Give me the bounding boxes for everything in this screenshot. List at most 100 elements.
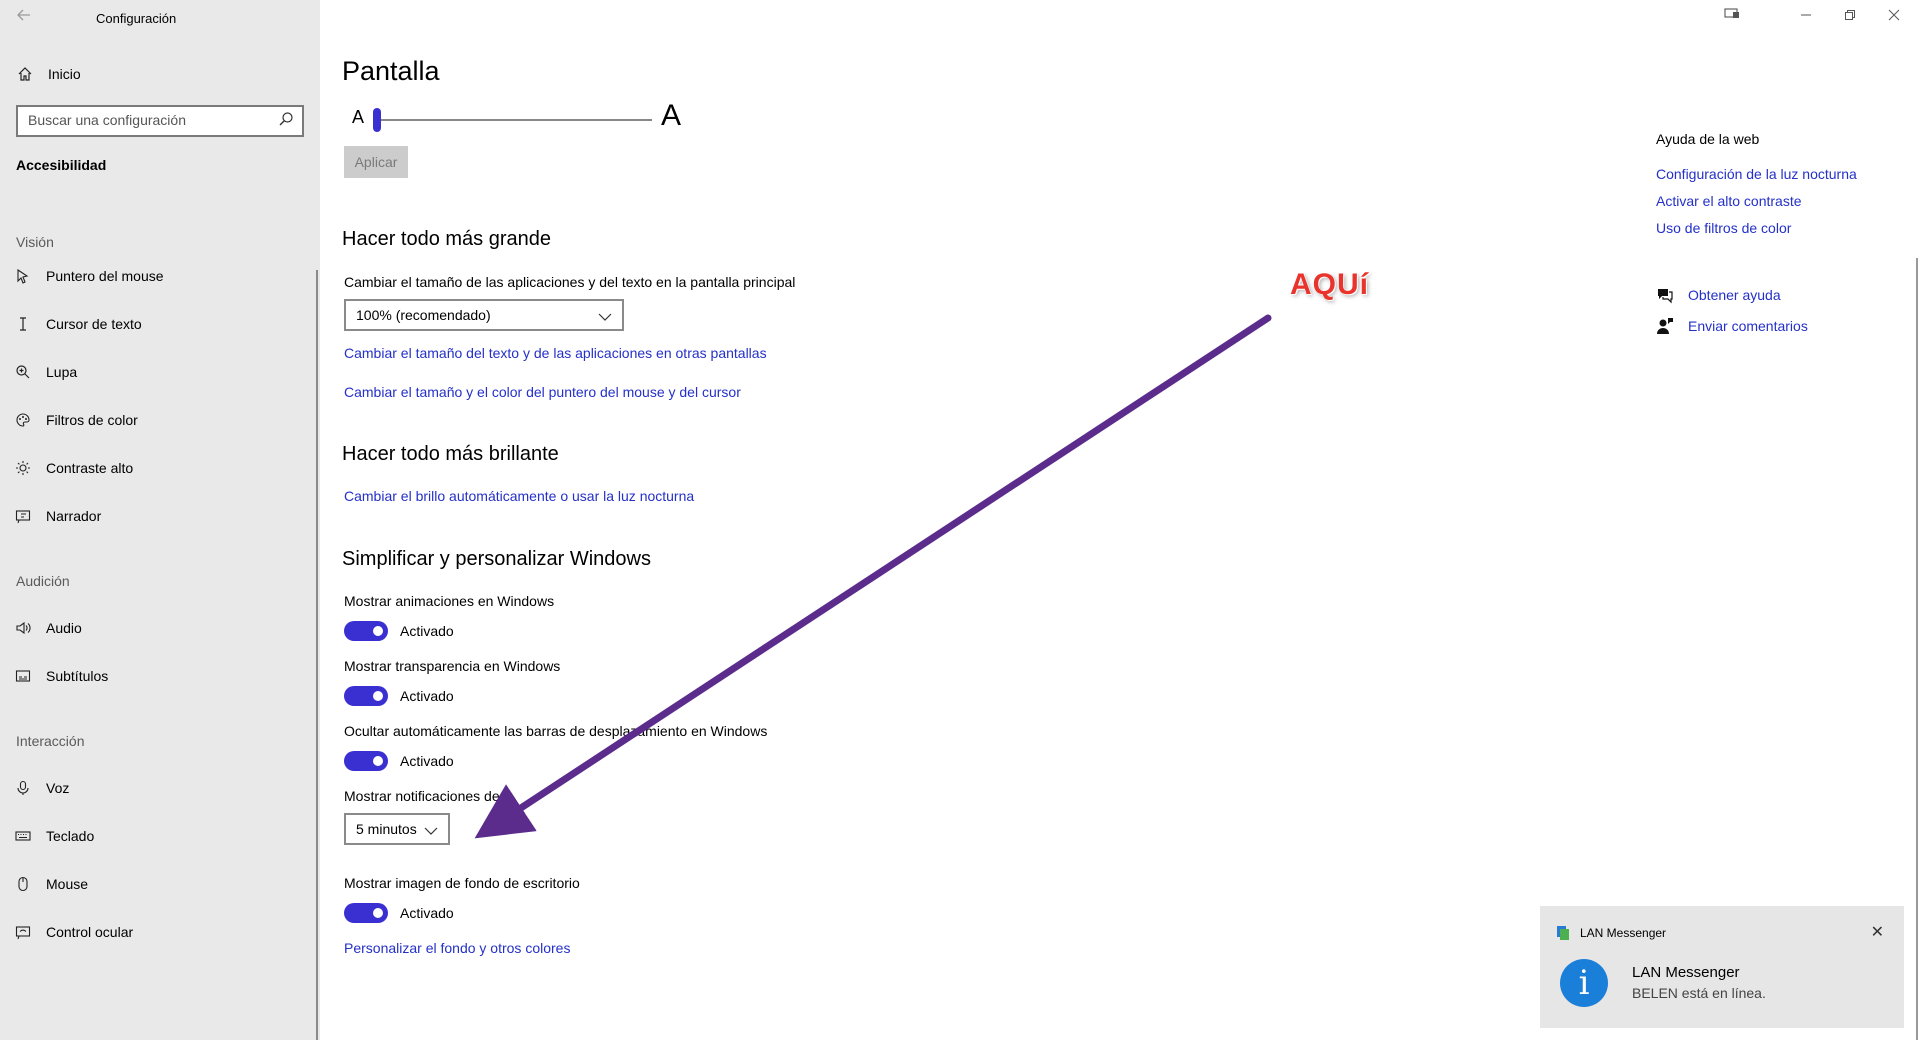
feedback-label: Enviar comentarios bbox=[1688, 318, 1808, 334]
minimize-icon[interactable] bbox=[1796, 6, 1816, 26]
restore-icon[interactable] bbox=[1840, 6, 1860, 26]
section-title-bigger: Hacer todo más grande bbox=[342, 228, 552, 250]
text-size-slider-thumb[interactable] bbox=[373, 108, 381, 132]
link-personalize[interactable]: Personalizar el fondo y otros colores bbox=[344, 940, 570, 956]
help-link-night-light[interactable]: Configuración de la luz nocturna bbox=[1656, 166, 1857, 182]
sidebar-item-label: Cursor de texto bbox=[46, 316, 142, 332]
link-brightness[interactable]: Cambiar el brillo automáticamente o usar… bbox=[344, 488, 694, 504]
get-help-label: Obtener ayuda bbox=[1688, 287, 1781, 303]
sidebar-item-label: Voz bbox=[46, 780, 70, 796]
toast-close-icon[interactable]: ✕ bbox=[1871, 922, 1884, 942]
help-title: Ayuda de la web bbox=[1656, 131, 1760, 147]
display-icon[interactable] bbox=[1722, 6, 1742, 26]
close-icon[interactable] bbox=[1884, 6, 1904, 26]
sidebar-item-cursor-texto[interactable]: Cursor de texto bbox=[14, 312, 142, 336]
sidebar-item-label: Subtítulos bbox=[46, 668, 109, 684]
animations-label: Mostrar animaciones en Windows bbox=[344, 593, 555, 609]
section-title-brighter: Hacer todo más brillante bbox=[342, 443, 559, 465]
notifications-label: Mostrar notificaciones de bbox=[344, 788, 500, 804]
sidebar-item-label: Puntero del mouse bbox=[46, 268, 164, 284]
get-help-link[interactable]: Obtener ayuda bbox=[1656, 286, 1781, 304]
group-audicion: Audición bbox=[16, 573, 70, 589]
sidebar-scrollbar[interactable] bbox=[316, 270, 318, 1040]
annotation-label: AQUí bbox=[1290, 268, 1369, 301]
sidebar-item-label: Mouse bbox=[46, 876, 89, 892]
window-title: Configuración bbox=[96, 11, 177, 26]
microphone-icon bbox=[14, 779, 32, 797]
sidebar-item-teclado[interactable]: Teclado bbox=[14, 824, 94, 848]
eye-control-icon bbox=[14, 923, 32, 941]
main-scrollbar[interactable] bbox=[1916, 258, 1918, 1040]
chevron-down-icon bbox=[424, 823, 438, 835]
sidebar-item-label: Control ocular bbox=[46, 924, 134, 940]
feedback-link[interactable]: Enviar comentarios bbox=[1656, 317, 1808, 335]
sun-contrast-icon bbox=[14, 459, 32, 477]
notifications-dropdown[interactable]: 5 minutos bbox=[344, 813, 450, 845]
apply-button[interactable]: Aplicar bbox=[344, 146, 408, 178]
animations-toggle[interactable] bbox=[344, 621, 388, 641]
scrollbars-toggle[interactable] bbox=[344, 751, 388, 771]
toast-app-name: LAN Messenger bbox=[1580, 926, 1667, 940]
sidebar-item-voz[interactable]: Voz bbox=[14, 776, 69, 800]
captions-icon bbox=[14, 667, 32, 685]
search-placeholder: Buscar una configuración bbox=[28, 112, 186, 128]
sidebar-item-label: Contraste alto bbox=[46, 460, 134, 476]
sidebar-item-label: Filtros de color bbox=[46, 412, 138, 428]
scrollbars-toggle-row: Activado bbox=[344, 751, 454, 771]
sidebar-item-filtros-color[interactable]: Filtros de color bbox=[14, 408, 138, 432]
wallpaper-toggle-row: Activado bbox=[344, 903, 454, 923]
group-vision: Visión bbox=[16, 234, 54, 250]
transparency-label: Mostrar transparencia en Windows bbox=[344, 658, 561, 674]
scrollbars-state: Activado bbox=[400, 753, 454, 769]
chat-help-icon bbox=[1656, 286, 1674, 304]
sidebar-item-inicio[interactable]: Inicio bbox=[16, 62, 81, 86]
transparency-toggle[interactable] bbox=[344, 686, 388, 706]
text-cursor-icon bbox=[14, 315, 32, 333]
chevron-down-icon bbox=[598, 309, 612, 321]
sidebar-item-label: Inicio bbox=[48, 66, 81, 82]
scale-dropdown-value: 100% (recomendado) bbox=[356, 307, 491, 323]
sidebar-item-label: Audio bbox=[46, 620, 82, 636]
lan-messenger-app-icon bbox=[1556, 925, 1570, 941]
search-input[interactable]: Buscar una configuración bbox=[16, 105, 304, 137]
text-size-slider-track[interactable] bbox=[376, 119, 652, 121]
slider-small-label: A bbox=[352, 107, 365, 127]
transparency-state: Activado bbox=[400, 688, 454, 704]
wallpaper-toggle[interactable] bbox=[344, 903, 388, 923]
sidebar-item-mouse[interactable]: Mouse bbox=[14, 872, 88, 896]
wallpaper-label: Mostrar imagen de fondo de escritorio bbox=[344, 875, 580, 891]
sidebar-item-puntero-mouse[interactable]: Puntero del mouse bbox=[14, 264, 164, 288]
help-link-high-contrast[interactable]: Activar el alto contraste bbox=[1656, 193, 1802, 209]
link-pointer-size[interactable]: Cambiar el tamaño y el color del puntero… bbox=[344, 384, 741, 400]
speaker-icon bbox=[14, 619, 32, 637]
sidebar-item-subtitulos[interactable]: Subtítulos bbox=[14, 664, 108, 688]
page-title: Pantalla bbox=[342, 56, 440, 86]
home-icon bbox=[16, 65, 34, 83]
animations-toggle-row: Activado bbox=[344, 621, 454, 641]
mouse-pointer-icon bbox=[14, 267, 32, 285]
link-other-displays[interactable]: Cambiar el tamaño del texto y de las apl… bbox=[344, 345, 767, 361]
info-icon: i bbox=[1560, 959, 1608, 1007]
group-interaccion: Interacción bbox=[16, 733, 85, 749]
sidebar-item-audio[interactable]: Audio bbox=[14, 616, 82, 640]
help-link-color-filters[interactable]: Uso de filtros de color bbox=[1656, 220, 1791, 236]
scale-dropdown[interactable]: 100% (recomendado) bbox=[344, 299, 624, 331]
sidebar-item-narrador[interactable]: Narrador bbox=[14, 504, 101, 528]
transparency-toggle-row: Activado bbox=[344, 686, 454, 706]
sidebar-item-control-ocular[interactable]: Control ocular bbox=[14, 920, 133, 944]
sidebar-item-lupa[interactable]: Lupa bbox=[14, 360, 77, 384]
mouse-icon bbox=[14, 875, 32, 893]
section-title-simplify: Simplificar y personalizar Windows bbox=[342, 548, 651, 570]
search-icon[interactable] bbox=[278, 111, 296, 129]
section-title-accesibilidad[interactable]: Accesibilidad bbox=[16, 157, 106, 173]
sidebar-item-contraste-alto[interactable]: Contraste alto bbox=[14, 456, 133, 480]
scrollbars-label: Ocultar automáticamente las barras de de… bbox=[344, 723, 768, 739]
magnifier-icon bbox=[14, 363, 32, 381]
toast-notification[interactable]: LAN Messenger ✕ i LAN Messenger BELEN es… bbox=[1540, 906, 1904, 1028]
animations-state: Activado bbox=[400, 623, 454, 639]
keyboard-icon bbox=[14, 827, 32, 845]
toast-body: BELEN está en línea. bbox=[1632, 985, 1766, 1001]
back-arrow-icon[interactable] bbox=[16, 7, 36, 27]
sidebar-item-label: Lupa bbox=[46, 364, 78, 380]
feedback-icon bbox=[1656, 317, 1674, 335]
